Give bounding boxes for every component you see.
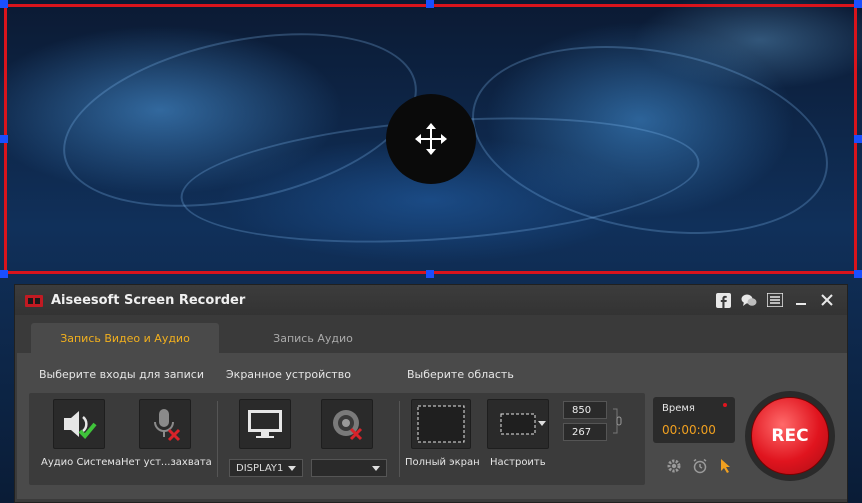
divider: [217, 401, 218, 477]
custom-area-dropdown[interactable]: [535, 399, 549, 449]
chat-icon[interactable]: [741, 292, 757, 308]
resize-handle-bottom-right[interactable]: [854, 270, 862, 278]
tab-audio[interactable]: Запись Аудио: [219, 323, 407, 353]
resize-handle-right[interactable]: [854, 135, 862, 143]
tab-video-audio[interactable]: Запись Видео и Аудио: [31, 323, 219, 353]
menu-icon[interactable]: [767, 292, 783, 308]
resize-handle-left[interactable]: [0, 135, 8, 143]
timer-value: 00:00:00: [662, 423, 716, 437]
move-region-button[interactable]: [386, 94, 476, 184]
facebook-icon[interactable]: [715, 292, 731, 308]
divider: [399, 401, 400, 477]
resize-handle-top-right[interactable]: [854, 0, 862, 8]
resize-handle-top[interactable]: [426, 0, 434, 8]
rec-button[interactable]: REC: [751, 397, 829, 475]
webcam-button[interactable]: [321, 399, 373, 449]
cursor-icon[interactable]: [717, 457, 735, 475]
custom-area-icon: [500, 413, 536, 435]
mode-tabs: Запись Видео и Аудио Запись Аудио: [31, 323, 407, 353]
full-screen-icon: [417, 405, 465, 443]
full-screen-label: Полный экран: [405, 457, 480, 468]
title-bar[interactable]: Aiseesoft Screen Recorder: [15, 285, 847, 315]
webcam-select[interactable]: [311, 459, 387, 477]
microphone-icon: [154, 409, 181, 442]
microphone-label: Нет уст...захвата: [121, 457, 212, 468]
resize-handle-bottom-left[interactable]: [0, 270, 8, 278]
microphone-button[interactable]: [139, 399, 191, 449]
resize-handle-top-left[interactable]: [0, 0, 8, 8]
recording-settings-panel: Выберите входы для записи Экранное устро…: [17, 353, 847, 499]
display-select-value: DISPLAY1: [236, 462, 284, 474]
height-input[interactable]: 267: [563, 423, 607, 441]
speaker-icon: [64, 411, 97, 439]
resize-handle-bottom[interactable]: [426, 270, 434, 278]
app-logo-icon: [25, 293, 43, 307]
custom-area-label: Настроить: [490, 457, 546, 468]
screen-device-section-label: Экранное устройство: [226, 368, 351, 381]
settings-gear-icon[interactable]: [665, 457, 683, 475]
width-value: 850: [572, 404, 592, 416]
recording-indicator-dot: [723, 403, 727, 407]
title-bar-controls: [715, 292, 835, 308]
chevron-down-icon: [372, 466, 380, 471]
display-button[interactable]: [239, 399, 291, 449]
aspect-lock-icon[interactable]: [611, 405, 623, 437]
area-section-label: Выберите область: [407, 368, 514, 381]
rec-button-ring: REC: [745, 391, 835, 481]
chevron-down-icon: [288, 466, 296, 471]
timer-box: Время 00:00:00: [653, 397, 735, 443]
close-icon[interactable]: [819, 292, 835, 308]
webcam-icon: [333, 410, 363, 441]
full-screen-button[interactable]: [411, 399, 471, 449]
system-audio-button[interactable]: [53, 399, 105, 449]
minimize-icon[interactable]: [793, 292, 809, 308]
move-arrows-icon: [415, 123, 447, 155]
recorder-window: Aiseesoft Screen Recorder Запись Видео и…: [14, 284, 848, 503]
width-input[interactable]: 850: [563, 401, 607, 419]
inputs-section-label: Выберите входы для записи: [39, 368, 204, 381]
app-title: Aiseesoft Screen Recorder: [51, 292, 246, 308]
system-audio-label: Аудио Система: [41, 457, 122, 468]
timer-label: Время: [662, 403, 695, 414]
alarm-clock-icon[interactable]: [691, 457, 709, 475]
display-select[interactable]: DISPLAY1: [229, 459, 303, 477]
height-value: 267: [572, 426, 592, 438]
monitor-icon: [248, 410, 282, 438]
chevron-down-icon: [538, 421, 546, 426]
